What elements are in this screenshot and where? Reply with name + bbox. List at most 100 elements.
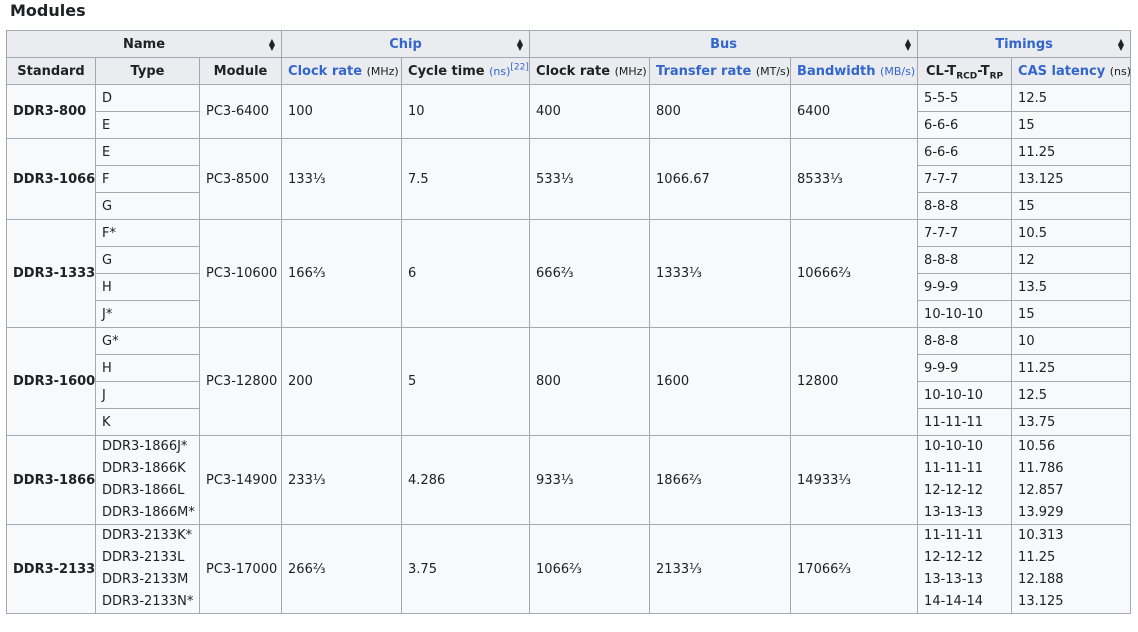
transfer-rate-cell: 1600 — [649, 327, 792, 436]
reference-link[interactable]: [22] — [510, 62, 528, 72]
timing-cell: 9-9-9 — [917, 354, 1013, 382]
cas-cell: 10.5 — [1011, 219, 1132, 247]
col-header-bus-clock: Clock rate (MHz) — [529, 57, 651, 85]
chip-clock-cell: 200 — [281, 327, 403, 436]
cas-cell: 13.125 — [1011, 165, 1132, 193]
cas-cell: 10.313 11.25 12.188 13.125 — [1011, 524, 1132, 614]
bus-group-link[interactable]: Bus — [710, 37, 737, 52]
type-cell: E — [95, 138, 200, 166]
bandwidth-cell: 12800 — [790, 327, 919, 436]
col-header-timings: CL-TRCD-TRP — [917, 57, 1013, 85]
module-cell: PC3-6400 — [198, 84, 283, 139]
type-cell: E — [95, 111, 200, 139]
cycle-time-unit[interactable]: (ns) — [489, 65, 510, 78]
cas-latency-unit: (ns) — [1109, 64, 1131, 78]
timing-cell: 9-9-9 — [917, 273, 1013, 301]
timing-cell: 6-6-6 — [917, 138, 1013, 166]
cycle-time-cell: 10 — [401, 84, 531, 139]
modules-table: Name ▲ ▼ Chip ▲ ▼ Bus ▲ ▼ Timings ▲ ▼ Standa… — [5, 30, 1132, 614]
bus-clock-cell: 666⅔ — [529, 219, 651, 328]
col-header-chip-clock[interactable]: Clock rate (MHz) — [281, 57, 403, 85]
bus-clock-cell: 800 — [529, 327, 651, 436]
bus-clock-cell: 933⅓ — [529, 435, 651, 525]
chip-group-link[interactable]: Chip — [389, 37, 422, 52]
col-header-cas-latency[interactable]: CAS latency (ns) — [1011, 57, 1132, 85]
sort-icon[interactable]: ▲ ▼ — [269, 38, 275, 52]
timing-cell: 11-11-11 — [917, 408, 1013, 436]
timing-cell: 7-7-7 — [917, 165, 1013, 193]
col-header-cycle-time: Cycle time (ns)[22] — [401, 57, 531, 85]
cycle-time-cell: 7.5 — [401, 138, 531, 220]
type-cell: K — [95, 408, 200, 436]
type-cell: J — [95, 381, 200, 409]
bus-clock-cell: 400 — [529, 84, 651, 139]
timings-group-link[interactable]: Timings — [995, 37, 1053, 52]
transfer-rate-cell: 800 — [649, 84, 792, 139]
cas-cell: 15 — [1011, 192, 1132, 220]
module-cell: PC3-12800 — [198, 327, 283, 436]
standard-cell: DDR3-1600 — [6, 327, 96, 436]
type-cell: F* — [95, 219, 200, 247]
col-header-module: Module — [198, 57, 283, 85]
cas-cell: 15 — [1011, 300, 1132, 328]
timing-cell: 11-11-11 12-12-12 13-13-13 14-14-14 — [917, 524, 1013, 614]
col-header-bandwidth[interactable]: Bandwidth (MB/s) — [790, 57, 919, 85]
bandwidth-unit[interactable]: (MB/s) — [880, 65, 915, 78]
cas-latency-link[interactable]: CAS latency — [1018, 64, 1105, 79]
sort-icon[interactable]: ▲ ▼ — [1118, 38, 1124, 52]
standard-cell: DDR3-2133 — [6, 524, 96, 614]
cycle-time-label: Cycle time — [408, 63, 485, 79]
transfer-rate-link[interactable]: Transfer rate — [656, 64, 751, 79]
bus-clock-cell: 1066⅔ — [529, 524, 651, 614]
timing-cell: 8-8-8 — [917, 192, 1013, 220]
type-cell: J* — [95, 300, 200, 328]
table-row: DDR3-1333 F* PC3-10600 166⅔ 6 666⅔ 1333⅓… — [6, 219, 1132, 328]
sort-icon[interactable]: ▲ ▼ — [517, 38, 523, 52]
cycle-time-cell: 3.75 — [401, 524, 531, 614]
bandwidth-cell: 14933⅓ — [790, 435, 919, 525]
cas-cell: 13.5 — [1011, 273, 1132, 301]
cas-cell: 15 — [1011, 111, 1132, 139]
timing-cell: 10-10-10 — [917, 300, 1013, 328]
table-row: DDR3-1866 DDR3-1866J* DDR3-1866K DDR3-186… — [6, 435, 1132, 525]
bandwidth-cell: 17066⅔ — [790, 524, 919, 614]
timing-cell: 10-10-10 — [917, 381, 1013, 409]
chip-clock-link[interactable]: Clock rate — [288, 64, 362, 79]
table-row: DDR3-1600 G* PC3-12800 200 5 800 1600 12… — [6, 327, 1132, 436]
module-cell: PC3-8500 — [198, 138, 283, 220]
cycle-time-cell: 4.286 — [401, 435, 531, 525]
sort-header-bus[interactable]: Bus ▲ ▼ — [529, 30, 919, 58]
sort-header-name[interactable]: Name ▲ ▼ — [5, 30, 283, 58]
cas-cell: 12.5 — [1011, 381, 1132, 409]
cas-cell: 11.25 — [1011, 354, 1132, 382]
module-cell: PC3-14900 — [198, 435, 283, 525]
standard-cell: DDR3-1333 — [6, 219, 96, 328]
col-header-standard: Standard — [6, 57, 96, 85]
sort-header-chip[interactable]: Chip ▲ ▼ — [281, 30, 531, 58]
type-cell: DDR3-2133K* DDR3-2133L DDR3-2133M DDR3-213… — [95, 524, 200, 614]
bandwidth-link[interactable]: Bandwidth — [797, 64, 875, 79]
module-cell: PC3-10600 — [198, 219, 283, 328]
timing-cell: 10-10-10 11-11-11 12-12-12 13-13-13 — [917, 435, 1013, 525]
chip-clock-cell: 266⅔ — [281, 524, 403, 614]
cycle-time-cell: 5 — [401, 327, 531, 436]
type-cell: H — [95, 354, 200, 382]
timing-cell: 8-8-8 — [917, 327, 1013, 355]
bandwidth-cell: 8533⅓ — [790, 138, 919, 220]
timing-cell: 8-8-8 — [917, 246, 1013, 274]
table-row: DDR3-800 D PC3-6400 100 10 400 800 6400 … — [6, 84, 1132, 139]
transfer-rate-cell: 2133⅓ — [649, 524, 792, 614]
bus-clock-cell: 533⅓ — [529, 138, 651, 220]
bandwidth-cell: 10666⅔ — [790, 219, 919, 328]
timing-cell: 5-5-5 — [917, 84, 1013, 112]
type-cell: G — [95, 192, 200, 220]
col-header-transfer-rate[interactable]: Transfer rate (MT/s) — [649, 57, 792, 85]
chip-clock-cell: 100 — [281, 84, 403, 139]
sort-icon[interactable]: ▲ ▼ — [905, 38, 911, 52]
chip-clock-unit: (MHz) — [366, 64, 399, 78]
timing-cell: 7-7-7 — [917, 219, 1013, 247]
name-group-label: Name — [123, 36, 166, 52]
section-title: Modules — [10, 1, 86, 20]
transfer-rate-cell: 1866⅔ — [649, 435, 792, 525]
sort-header-timings[interactable]: Timings ▲ ▼ — [917, 30, 1132, 58]
